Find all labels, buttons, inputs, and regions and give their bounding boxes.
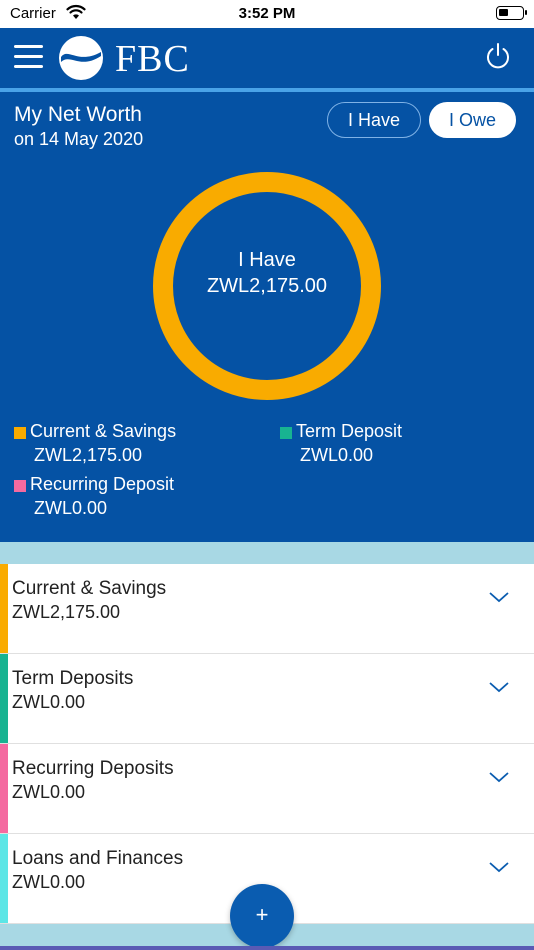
account-value: ZWL2,175.00	[12, 602, 121, 622]
account-value: ZWL0.00	[12, 872, 86, 892]
status-time: 3:52 PM	[238, 5, 296, 22]
chevron-down-icon[interactable]	[489, 860, 509, 874]
fbc-logo-icon	[59, 36, 103, 80]
chevron-down-icon[interactable]	[489, 680, 509, 694]
net-worth-panel: My Net Worth on 14 May 2020 I Have I Owe…	[0, 92, 534, 542]
logo-text: FBC	[115, 38, 190, 80]
account-row-current-savings[interactable]: Current & Savings ZWL2,175.00	[0, 564, 534, 654]
account-value: ZWL0.00	[12, 692, 86, 712]
account-color-stripe	[0, 654, 8, 743]
status-bar: Carrier 3:52 PM	[0, 0, 534, 28]
account-name: Current & Savings	[12, 578, 167, 599]
net-worth-date: on 14 May 2020	[14, 129, 144, 149]
app-header: FBC	[0, 28, 534, 90]
bottom-strip	[0, 946, 534, 950]
legend-swatch	[280, 427, 292, 439]
donut-center: I Have ZWL2,175.00	[153, 172, 381, 400]
hamburger-menu-icon[interactable]	[14, 45, 43, 69]
account-color-stripe	[0, 564, 8, 653]
account-row-term-deposits[interactable]: Term Deposits ZWL0.00	[0, 654, 534, 744]
account-name: Loans and Finances	[12, 848, 184, 869]
chevron-down-icon[interactable]	[489, 590, 509, 604]
account-color-stripe	[0, 744, 8, 833]
donut-amount: ZWL2,175.00	[206, 275, 328, 297]
chevron-down-icon[interactable]	[489, 770, 509, 784]
donut-label: I Have	[238, 249, 296, 271]
legend-label: Current & Savings	[30, 421, 177, 441]
legend-label: Recurring Deposit	[30, 474, 175, 494]
net-worth-title: My Net Worth	[14, 103, 142, 126]
legend-label: Term Deposit	[296, 421, 403, 441]
power-icon[interactable]	[484, 42, 512, 70]
legend-value: ZWL0.00	[34, 498, 108, 518]
legend-value: ZWL0.00	[300, 445, 374, 465]
toggle-i-owe[interactable]: I Owe	[429, 102, 516, 138]
account-name: Term Deposits	[12, 668, 134, 689]
account-color-stripe	[0, 834, 8, 923]
account-list: Current & Savings ZWL2,175.00 Term Depos…	[0, 564, 534, 924]
legend-value: ZWL2,175.00	[34, 445, 143, 465]
account-row-recurring-deposits[interactable]: Recurring Deposits ZWL0.00	[0, 744, 534, 834]
account-value: ZWL0.00	[12, 782, 86, 802]
legend-swatch	[14, 427, 26, 439]
legend-swatch	[14, 480, 26, 492]
toggle-i-have[interactable]: I Have	[327, 102, 421, 138]
battery-icon	[496, 6, 527, 20]
add-fab-button[interactable]: +	[230, 884, 294, 948]
account-name: Recurring Deposits	[12, 758, 174, 779]
